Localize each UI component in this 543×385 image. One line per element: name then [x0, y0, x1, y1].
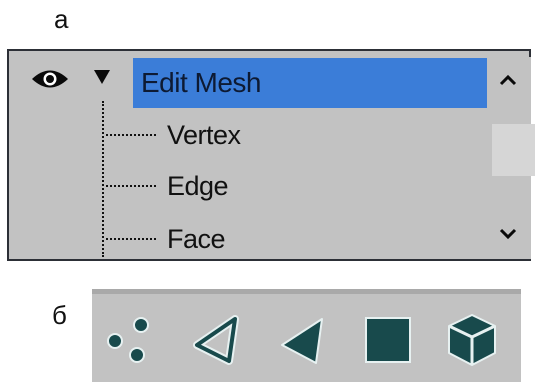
scrollbar-thumb[interactable]: [492, 124, 535, 176]
tree-connector-vertex: [106, 134, 156, 136]
expand-triangle-icon[interactable]: [93, 69, 111, 90]
vertex-button[interactable]: [98, 312, 158, 372]
tree-connector-edge: [106, 185, 156, 187]
tree-guide-line: [102, 101, 104, 257]
polygon-button[interactable]: [358, 312, 418, 372]
figure-label-b: б: [52, 300, 67, 330]
sub-object-toolbar: [92, 289, 521, 382]
sub-object-vertex[interactable]: Vertex: [167, 115, 241, 155]
edge-button[interactable]: [188, 312, 248, 372]
chevron-down-icon[interactable]: [499, 227, 517, 245]
face-triangle-icon: [276, 313, 330, 372]
figure-label-a: а: [54, 4, 69, 34]
polygon-square-icon: [361, 313, 415, 372]
sub-object-edge[interactable]: Edge: [167, 166, 229, 206]
modifier-stack-panel: Edit Mesh Vertex Edge Face: [7, 49, 535, 261]
tree-connector-face: [106, 238, 156, 240]
element-button[interactable]: [442, 312, 502, 372]
chevron-up-icon[interactable]: [499, 73, 517, 91]
sub-object-face[interactable]: Face: [167, 219, 226, 259]
face-button[interactable]: [273, 312, 333, 372]
edge-triangle-icon: [191, 313, 245, 372]
vertex-dots-icon: [101, 313, 155, 372]
modifier-edit-mesh[interactable]: Edit Mesh: [133, 58, 487, 108]
eye-icon[interactable]: [31, 68, 69, 95]
element-cube-icon: [444, 312, 500, 373]
